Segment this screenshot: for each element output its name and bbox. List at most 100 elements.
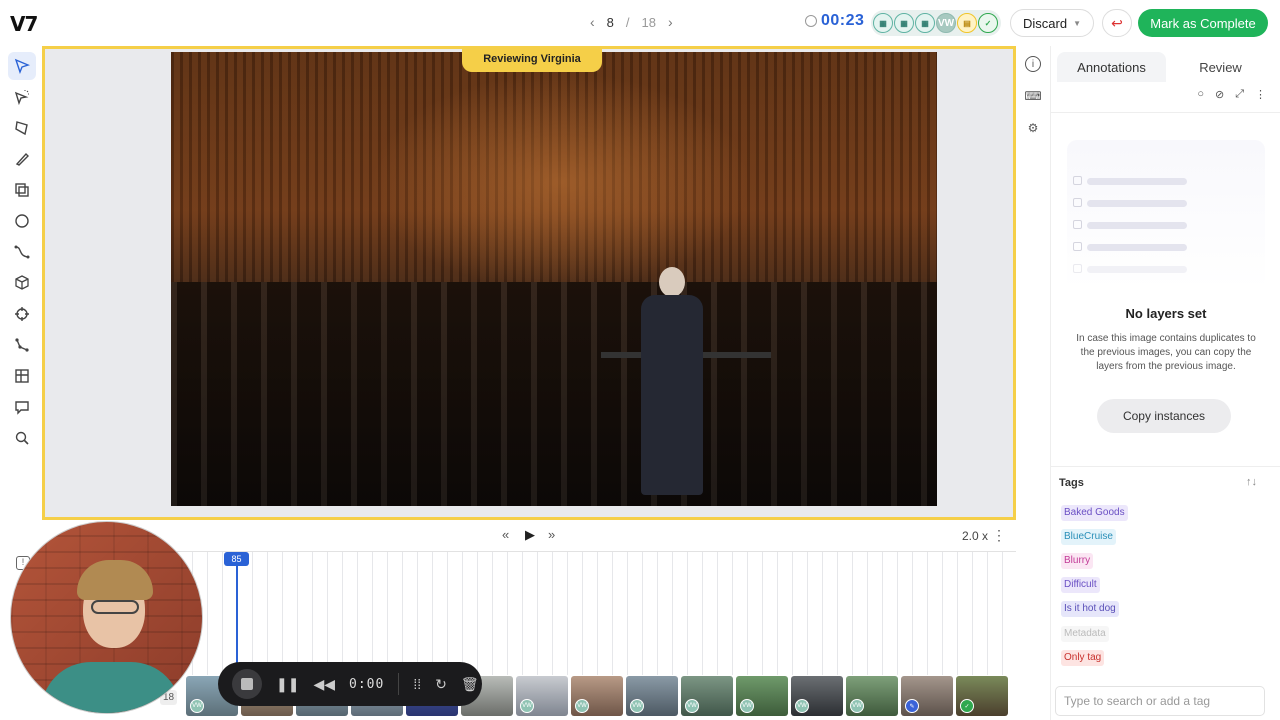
- filmstrip-thumb[interactable]: VW: [571, 676, 623, 716]
- pager-current: 8: [606, 14, 614, 30]
- bounding-box-tool-icon[interactable]: [8, 176, 36, 204]
- stage-lighting: [371, 72, 751, 292]
- undo-icon: ↩: [1111, 14, 1123, 31]
- filmstrip-thumb[interactable]: ✓: [956, 676, 1008, 716]
- playhead[interactable]: [236, 566, 238, 676]
- panel-tabs: Annotations Review: [1057, 52, 1275, 82]
- filmstrip-thumb[interactable]: VW: [846, 676, 898, 716]
- webcam-overlay[interactable]: [10, 521, 203, 714]
- tag-chip[interactable]: Baked Goods: [1061, 505, 1128, 521]
- comment-tool-icon[interactable]: [8, 393, 36, 421]
- user-badge-icon: VW: [575, 699, 589, 713]
- mark-complete-button[interactable]: Mark as Complete: [1138, 9, 1268, 37]
- top-bar: V7 ‹ 8 / 18 › 00:23 ▦ ▦ ▦ VW ▤ ✓ Discard…: [0, 0, 1280, 46]
- expand-icon[interactable]: ⤢: [1235, 88, 1244, 101]
- drag-handle-icon[interactable]: ⁞⁞: [413, 676, 421, 692]
- user-badge-icon: VW: [685, 699, 699, 713]
- brush-tool-icon[interactable]: [8, 145, 36, 173]
- caret-down-icon: ▼: [1073, 18, 1081, 28]
- skip-forward-icon[interactable]: »: [548, 527, 555, 542]
- settings-sliders-icon[interactable]: ⚙: [1025, 120, 1041, 136]
- screen-recorder-bar: ❚❚ ◀◀ 0:00 ⁞⁞ ↻ 🗑: [218, 662, 482, 706]
- more-options-icon[interactable]: ⋮: [992, 527, 1006, 544]
- tag-chip[interactable]: Difficult: [1061, 577, 1100, 593]
- stage-grid-icon[interactable]: ▦: [873, 13, 893, 33]
- user-badge-icon: VW: [850, 699, 864, 713]
- zoom-tool-icon[interactable]: [8, 424, 36, 452]
- conductor-figure: [631, 267, 711, 497]
- playback-speed[interactable]: 2.0 x: [962, 529, 988, 543]
- tab-review[interactable]: Review: [1166, 52, 1275, 82]
- empty-title: No layers set: [1125, 306, 1207, 321]
- copy-instances-button[interactable]: Copy instances: [1097, 399, 1231, 433]
- chevron-left-icon[interactable]: ‹: [590, 14, 595, 30]
- presenter-glasses: [91, 600, 139, 614]
- trash-icon[interactable]: 🗑: [461, 676, 479, 693]
- recording-time: 0:00: [349, 676, 385, 692]
- stage-user-avatar[interactable]: VW: [936, 13, 956, 33]
- user-badge-icon: VW: [630, 699, 644, 713]
- tag-chip[interactable]: Metadata: [1061, 626, 1109, 642]
- layer-placeholder-line: [1087, 244, 1187, 251]
- playhead-frame-label[interactable]: 85: [224, 552, 249, 566]
- polyline-tool-icon[interactable]: [8, 238, 36, 266]
- reject-button[interactable]: ↩: [1102, 9, 1132, 37]
- circle-icon[interactable]: ○: [1197, 88, 1204, 101]
- auto-annotate-tool-icon[interactable]: [8, 83, 36, 111]
- filmstrip-thumb[interactable]: VW: [736, 676, 788, 716]
- chevron-right-icon[interactable]: ›: [668, 14, 673, 30]
- ellipse-tool-icon[interactable]: [8, 207, 36, 235]
- filmstrip-thumb[interactable]: VW: [791, 676, 843, 716]
- table-tool-icon[interactable]: [8, 362, 36, 390]
- tag-chip[interactable]: Blurry: [1061, 553, 1094, 569]
- stage-grid-icon[interactable]: ▦: [894, 13, 914, 33]
- filmstrip-thumb[interactable]: VW: [626, 676, 678, 716]
- stage-review-icon[interactable]: ▤: [957, 13, 977, 33]
- tags-title: Tags: [1059, 477, 1084, 489]
- tag-chip[interactable]: Only tag: [1061, 650, 1105, 666]
- pager-total: 18: [641, 14, 656, 30]
- video-frame[interactable]: [171, 52, 937, 506]
- filmstrip-thumb[interactable]: VW: [516, 676, 568, 716]
- pause-icon[interactable]: ❚❚: [276, 676, 299, 693]
- rewind-icon[interactable]: ◀◀: [313, 676, 335, 693]
- panel-divider: [1051, 112, 1280, 113]
- recorder-divider: [398, 673, 400, 695]
- layer-placeholder-icon: [1073, 264, 1082, 273]
- eye-off-icon[interactable]: ⊘: [1215, 88, 1224, 101]
- more-vertical-icon[interactable]: ⋮: [1255, 88, 1266, 101]
- polygon-tool-icon[interactable]: [8, 114, 36, 142]
- clock-icon: [805, 15, 817, 27]
- sort-icon[interactable]: ↑↓: [1246, 476, 1257, 488]
- skip-back-icon[interactable]: «: [502, 527, 509, 542]
- pager-separator: /: [625, 14, 630, 30]
- restart-icon[interactable]: ↻: [435, 676, 447, 693]
- tag-chip[interactable]: BlueCruise: [1061, 529, 1116, 545]
- filmstrip-thumb[interactable]: ✎: [901, 676, 953, 716]
- skeleton-tool-icon[interactable]: [8, 331, 36, 359]
- v7-logo[interactable]: V7: [10, 12, 38, 36]
- select-tool-icon[interactable]: [8, 52, 36, 80]
- stage-check-icon[interactable]: ✓: [978, 13, 998, 33]
- layer-placeholder-line: [1087, 222, 1187, 229]
- cuboid-tool-icon[interactable]: [8, 269, 36, 297]
- filmstrip-thumb[interactable]: VW: [681, 676, 733, 716]
- edit-badge-icon: ✎: [905, 699, 919, 713]
- tag-chip[interactable]: Is it hot dog: [1061, 601, 1119, 617]
- discard-button[interactable]: Discard ▼: [1010, 9, 1094, 37]
- annotation-canvas[interactable]: Reviewing Virginia: [42, 46, 1016, 520]
- conductor-head: [659, 267, 685, 297]
- play-icon[interactable]: ▶: [525, 527, 535, 543]
- keypoint-tool-icon[interactable]: [8, 300, 36, 328]
- tags-header: Tags ↑↓: [1051, 466, 1280, 496]
- info-icon[interactable]: i: [1025, 56, 1041, 72]
- stop-recording-button[interactable]: [232, 669, 262, 699]
- tag-search-input[interactable]: [1055, 686, 1265, 716]
- tab-annotations[interactable]: Annotations: [1057, 52, 1166, 82]
- user-badge-icon: VW: [520, 699, 534, 713]
- keyboard-icon[interactable]: ⌨: [1024, 88, 1041, 104]
- conductor-body: [641, 295, 703, 495]
- stage-grid-icon[interactable]: ▦: [915, 13, 935, 33]
- layer-placeholder-icon: [1073, 220, 1082, 229]
- discard-label: Discard: [1023, 15, 1068, 31]
